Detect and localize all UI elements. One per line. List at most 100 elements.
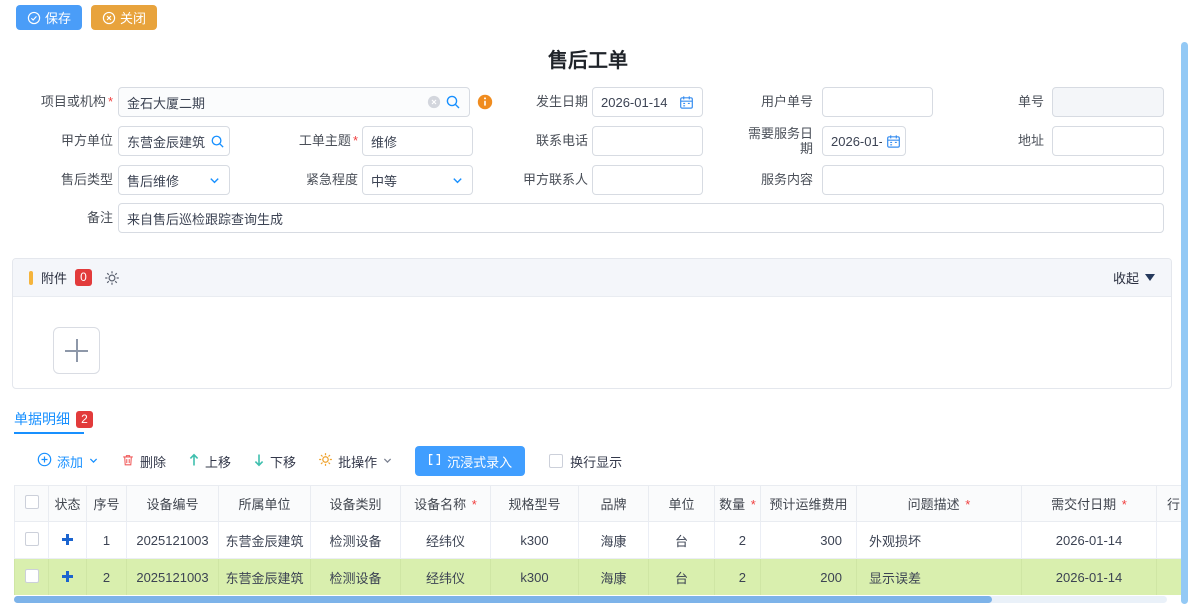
search-icon[interactable] — [210, 134, 225, 149]
subject-field[interactable] — [371, 127, 464, 155]
cell-unit: 台 — [649, 522, 715, 559]
collapse-toggle[interactable]: 收起 — [1113, 268, 1155, 287]
address-input[interactable] — [1052, 126, 1164, 156]
close-button[interactable]: 关闭 — [91, 5, 157, 30]
user-order-no-label: 用户单号 — [745, 87, 813, 117]
required-asterisk: * — [108, 94, 113, 109]
user-order-no-input[interactable] — [822, 87, 933, 117]
clear-icon[interactable] — [427, 95, 441, 109]
party-a-unit-input[interactable]: 东营金辰建筑 — [118, 126, 230, 156]
search-icon[interactable] — [445, 94, 461, 110]
vertical-scrollbar[interactable] — [1181, 42, 1188, 604]
cell-brand: 海康 — [579, 559, 649, 596]
info-icon[interactable] — [477, 94, 493, 110]
add-button[interactable]: 添加 — [37, 452, 99, 471]
detail-table-body: 12025121003东营金辰建筑检测设备经纬仪k300海康台2300外观损坏2… — [15, 522, 1182, 596]
page-title: 售后工单 — [0, 44, 1176, 73]
urgency-label: 紧急程度 — [248, 165, 358, 195]
move-up-button[interactable]: 上移 — [188, 452, 231, 471]
party-a-contact-input[interactable] — [592, 165, 703, 195]
table-row[interactable]: 22025121003东营金辰建筑检测设备经纬仪k300海康台2200显示误差2… — [15, 559, 1182, 596]
col-header-brand: 品牌 — [579, 486, 649, 522]
delete-button[interactable]: 删除 — [121, 452, 166, 471]
cell-device_name: 经纬仪 — [401, 522, 491, 559]
project-input[interactable] — [118, 87, 470, 117]
plus-icon[interactable] — [62, 534, 73, 545]
col-header-device_category: 设备类别 — [311, 486, 401, 522]
order-no-field — [1061, 88, 1155, 116]
cell-qty: 2 — [715, 522, 761, 559]
move-down-button[interactable]: 下移 — [253, 452, 296, 471]
cell-qty: 2 — [715, 559, 761, 596]
cell-seq: 1 — [87, 522, 127, 559]
attachment-panel-header: 附件 0 收起 — [13, 259, 1171, 297]
cell-spec_model: k300 — [491, 559, 579, 596]
aftersale-type-value: 售后维修 — [127, 171, 204, 190]
address-field[interactable] — [1061, 127, 1155, 155]
subject-label: 工单主题* — [248, 126, 358, 156]
table-row[interactable]: 12025121003东营金辰建筑检测设备经纬仪k300海康台2300外观损坏2… — [15, 522, 1182, 559]
order-no-input — [1052, 87, 1164, 117]
service-date-label: 需要服务日期 — [745, 126, 813, 156]
party-a-contact-label: 甲方联系人 — [510, 165, 588, 195]
detail-toolbar: 添加 删除 上移 下移 批操作 沉浸式录入 换行显示 — [37, 446, 622, 476]
move-down-label: 下移 — [270, 452, 296, 471]
fullscreen-brackets-icon — [428, 453, 441, 469]
calendar-icon — [679, 95, 694, 110]
service-content-field[interactable] — [831, 166, 1155, 194]
attachment-upload-button[interactable] — [53, 327, 100, 374]
remark-input[interactable] — [118, 203, 1164, 233]
detail-table-wrapper: 状态序号设备编号所属单位设备类别设备名称 *规格型号品牌单位数量 *预计运维费用… — [14, 485, 1181, 595]
select-all-checkbox[interactable] — [25, 495, 39, 509]
plus-icon[interactable] — [62, 571, 73, 582]
wrap-display-toggle[interactable]: 换行显示 — [549, 452, 622, 471]
horizontal-scrollbar-thumb[interactable] — [14, 596, 992, 603]
project-input-field[interactable] — [127, 88, 423, 116]
tab-active-underline — [14, 432, 84, 434]
plus-icon — [65, 339, 88, 362]
phone-input[interactable] — [592, 126, 703, 156]
project-label: 项目或机构* — [16, 87, 113, 117]
x-circle-icon — [102, 11, 116, 25]
delete-button-label: 删除 — [140, 452, 166, 471]
wrap-display-checkbox[interactable] — [549, 454, 563, 468]
party-a-contact-field[interactable] — [601, 166, 694, 194]
row-checkbox[interactable] — [25, 532, 39, 546]
tab-detail[interactable]: 单据明细 2 — [14, 409, 93, 429]
service-date-picker[interactable]: 2026-01-14 0 — [822, 126, 906, 156]
cell-seq: 2 — [87, 559, 127, 596]
save-button[interactable]: 保存 — [16, 5, 82, 30]
service-content-input[interactable] — [822, 165, 1164, 195]
immersive-entry-button[interactable]: 沉浸式录入 — [415, 446, 525, 476]
row-checkbox[interactable] — [25, 569, 39, 583]
collapse-label: 收起 — [1113, 268, 1139, 287]
col-header-device_code: 设备编号 — [127, 486, 219, 522]
col-header-problem_desc: 问题描述 * — [857, 486, 1022, 522]
aftersale-type-select[interactable]: 售后维修 — [118, 165, 230, 195]
batch-actions-label: 批操作 — [338, 452, 377, 471]
arrow-down-icon — [253, 453, 265, 470]
phone-field[interactable] — [601, 127, 694, 155]
remark-label: 备注 — [16, 203, 113, 233]
col-header-spec_model: 规格型号 — [491, 486, 579, 522]
col-header-row_extra: 行 — [1157, 486, 1182, 522]
occur-date-picker[interactable]: 2026-01-14 — [592, 87, 703, 117]
horizontal-scrollbar[interactable] — [14, 596, 1167, 603]
gear-icon[interactable] — [104, 270, 120, 286]
section-marker-bar — [29, 271, 33, 285]
col-header-due_date: 需交付日期 * — [1022, 486, 1157, 522]
cell-device_name: 经纬仪 — [401, 559, 491, 596]
cell-row_extra — [1157, 559, 1182, 596]
subject-input[interactable] — [362, 126, 473, 156]
user-order-no-field[interactable] — [831, 88, 924, 116]
phone-label: 联系电话 — [520, 126, 588, 156]
cell-spec_model: k300 — [491, 522, 579, 559]
urgency-select[interactable]: 中等 — [362, 165, 473, 195]
batch-actions-button[interactable]: 批操作 — [318, 452, 393, 471]
address-label: 地址 — [940, 126, 1044, 156]
col-header-qty: 数量 * — [715, 486, 761, 522]
attachment-panel: 附件 0 收起 — [12, 258, 1172, 389]
service-content-label: 服务内容 — [745, 165, 813, 195]
remark-field[interactable] — [127, 204, 1155, 232]
immersive-entry-label: 沉浸式录入 — [447, 452, 512, 471]
